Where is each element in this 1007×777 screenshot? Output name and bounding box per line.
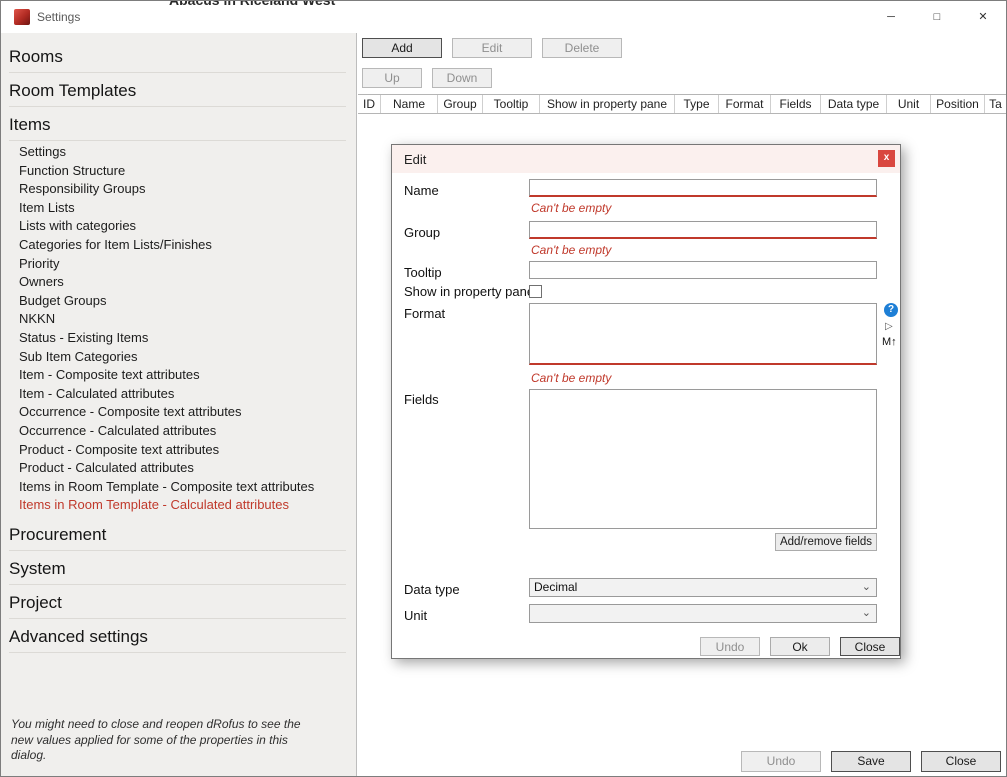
- unit-select[interactable]: [529, 604, 877, 623]
- tooltip-label: Tooltip: [404, 265, 442, 280]
- sidebar-item[interactable]: Product - Calculated attributes: [1, 459, 356, 478]
- delete-button[interactable]: Delete: [542, 38, 622, 58]
- sidebar-item[interactable]: Items in Room Template - Composite text …: [1, 478, 356, 497]
- settings-window: Abacus in Riceland West Settings ─ □ ✕ R…: [0, 0, 1007, 777]
- table-column-header[interactable]: Data type: [821, 95, 887, 113]
- format-label: Format: [404, 306, 445, 321]
- expander-icon[interactable]: ▷: [885, 321, 893, 332]
- format-field[interactable]: [529, 303, 877, 365]
- close-icon[interactable]: ✕: [960, 1, 1006, 33]
- table-column-header[interactable]: Show in property pane: [540, 95, 675, 113]
- sidebar-item[interactable]: Categories for Item Lists/Finishes: [1, 236, 356, 255]
- edit-button[interactable]: Edit: [452, 38, 532, 58]
- sidebar-item[interactable]: Sub Item Categories: [1, 348, 356, 367]
- sidebar-item[interactable]: NKKN: [1, 310, 356, 329]
- sidebar-item[interactable]: Settings: [1, 143, 356, 162]
- sidebar-footer-note: You might need to close and reopen dRofu…: [11, 717, 319, 764]
- table-header-row: ID Name Group Tooltip Show in property p…: [358, 94, 1006, 114]
- down-button[interactable]: Down: [432, 68, 492, 88]
- settings-sidebar: Rooms Room Templates Items Settings Func…: [1, 33, 357, 776]
- sidebar-item[interactable]: Items in Room Template - Calculated attr…: [1, 496, 356, 515]
- tooltip-field[interactable]: [529, 261, 877, 279]
- name-field[interactable]: [529, 179, 877, 197]
- table-column-header[interactable]: Group: [438, 95, 483, 113]
- dialog-close-button[interactable]: Close: [840, 637, 900, 656]
- help-icon[interactable]: ?: [884, 303, 898, 317]
- minimize-icon[interactable]: ─: [868, 1, 914, 33]
- titlebar: Settings ─ □ ✕: [1, 1, 1006, 33]
- name-validation: Can't be empty: [531, 201, 611, 215]
- fields-label: Fields: [404, 392, 439, 407]
- occluded-window-title: Abacus in Riceland West: [169, 1, 409, 9]
- data-type-label: Data type: [404, 582, 460, 597]
- add-remove-fields-button[interactable]: Add/remove fields: [775, 533, 877, 551]
- sidebar-item[interactable]: Priority: [1, 255, 356, 274]
- sidebar-item[interactable]: Item Lists: [1, 199, 356, 218]
- footer-save-button[interactable]: Save: [831, 751, 911, 772]
- sidebar-item[interactable]: Budget Groups: [1, 292, 356, 311]
- show-in-property-pane-label: Show in property pane: [404, 284, 534, 299]
- edit-dialog-title: Edit: [404, 152, 426, 167]
- table-column-header[interactable]: Type: [675, 95, 719, 113]
- chevron-down-icon: [862, 605, 871, 622]
- sidebar-item[interactable]: Product - Composite text attributes: [1, 441, 356, 460]
- add-button[interactable]: Add: [362, 38, 442, 58]
- footer-close-button[interactable]: Close: [921, 751, 1001, 772]
- sidebar-section-items[interactable]: Items: [9, 107, 346, 141]
- name-label: Name: [404, 183, 439, 198]
- sidebar-item[interactable]: Owners: [1, 273, 356, 292]
- sidebar-section-system[interactable]: System: [9, 551, 346, 585]
- dialog-ok-button[interactable]: Ok: [770, 637, 830, 656]
- window-title: Settings: [37, 10, 80, 24]
- data-type-value: Decimal: [534, 580, 577, 594]
- sidebar-section-room-templates[interactable]: Room Templates: [9, 73, 346, 107]
- sidebar-section-rooms[interactable]: Rooms: [9, 39, 346, 73]
- table-column-header[interactable]: ID: [358, 95, 381, 113]
- table-column-header[interactable]: Position: [931, 95, 985, 113]
- fields-field[interactable]: [529, 389, 877, 529]
- sidebar-item[interactable]: Occurrence - Composite text attributes: [1, 403, 356, 422]
- data-type-select[interactable]: Decimal: [529, 578, 877, 597]
- dialog-close-icon[interactable]: x: [878, 150, 895, 167]
- sidebar-item[interactable]: Function Structure: [1, 162, 356, 181]
- up-button[interactable]: Up: [362, 68, 422, 88]
- insert-macro-icon[interactable]: M↑: [882, 336, 897, 348]
- show-in-property-pane-checkbox[interactable]: [529, 285, 542, 298]
- sidebar-item[interactable]: Item - Calculated attributes: [1, 385, 356, 404]
- edit-dialog-header: Edit x: [392, 145, 900, 173]
- dialog-undo-button[interactable]: Undo: [700, 637, 760, 656]
- group-field[interactable]: [529, 221, 877, 239]
- sidebar-section-procurement[interactable]: Procurement: [9, 517, 346, 551]
- app-logo-icon: [14, 9, 30, 25]
- sidebar-item[interactable]: Occurrence - Calculated attributes: [1, 422, 356, 441]
- table-column-header[interactable]: Fields: [771, 95, 821, 113]
- edit-dialog: Edit x Name Can't be empty Group Can't b…: [391, 144, 901, 659]
- table-column-header[interactable]: Name: [381, 95, 438, 113]
- table-column-header[interactable]: Format: [719, 95, 771, 113]
- sidebar-item[interactable]: Responsibility Groups: [1, 180, 356, 199]
- sidebar-section-advanced-settings[interactable]: Advanced settings: [9, 619, 346, 653]
- table-column-header[interactable]: Tooltip: [483, 95, 540, 113]
- sidebar-item[interactable]: Item - Composite text attributes: [1, 366, 356, 385]
- table-column-header[interactable]: Ta: [985, 95, 1006, 113]
- group-label: Group: [404, 225, 440, 240]
- format-validation: Can't be empty: [531, 371, 611, 385]
- sidebar-item[interactable]: Lists with categories: [1, 217, 356, 236]
- unit-label: Unit: [404, 608, 427, 623]
- maximize-icon[interactable]: □: [914, 1, 960, 33]
- sidebar-item[interactable]: Status - Existing Items: [1, 329, 356, 348]
- footer-undo-button[interactable]: Undo: [741, 751, 821, 772]
- table-column-header[interactable]: Unit: [887, 95, 931, 113]
- window-controls: ─ □ ✕: [868, 1, 1006, 33]
- chevron-down-icon: [862, 579, 871, 596]
- group-validation: Can't be empty: [531, 243, 611, 257]
- sidebar-section-project[interactable]: Project: [9, 585, 346, 619]
- sidebar-items-subitems: Settings Function Structure Responsibili…: [1, 143, 356, 515]
